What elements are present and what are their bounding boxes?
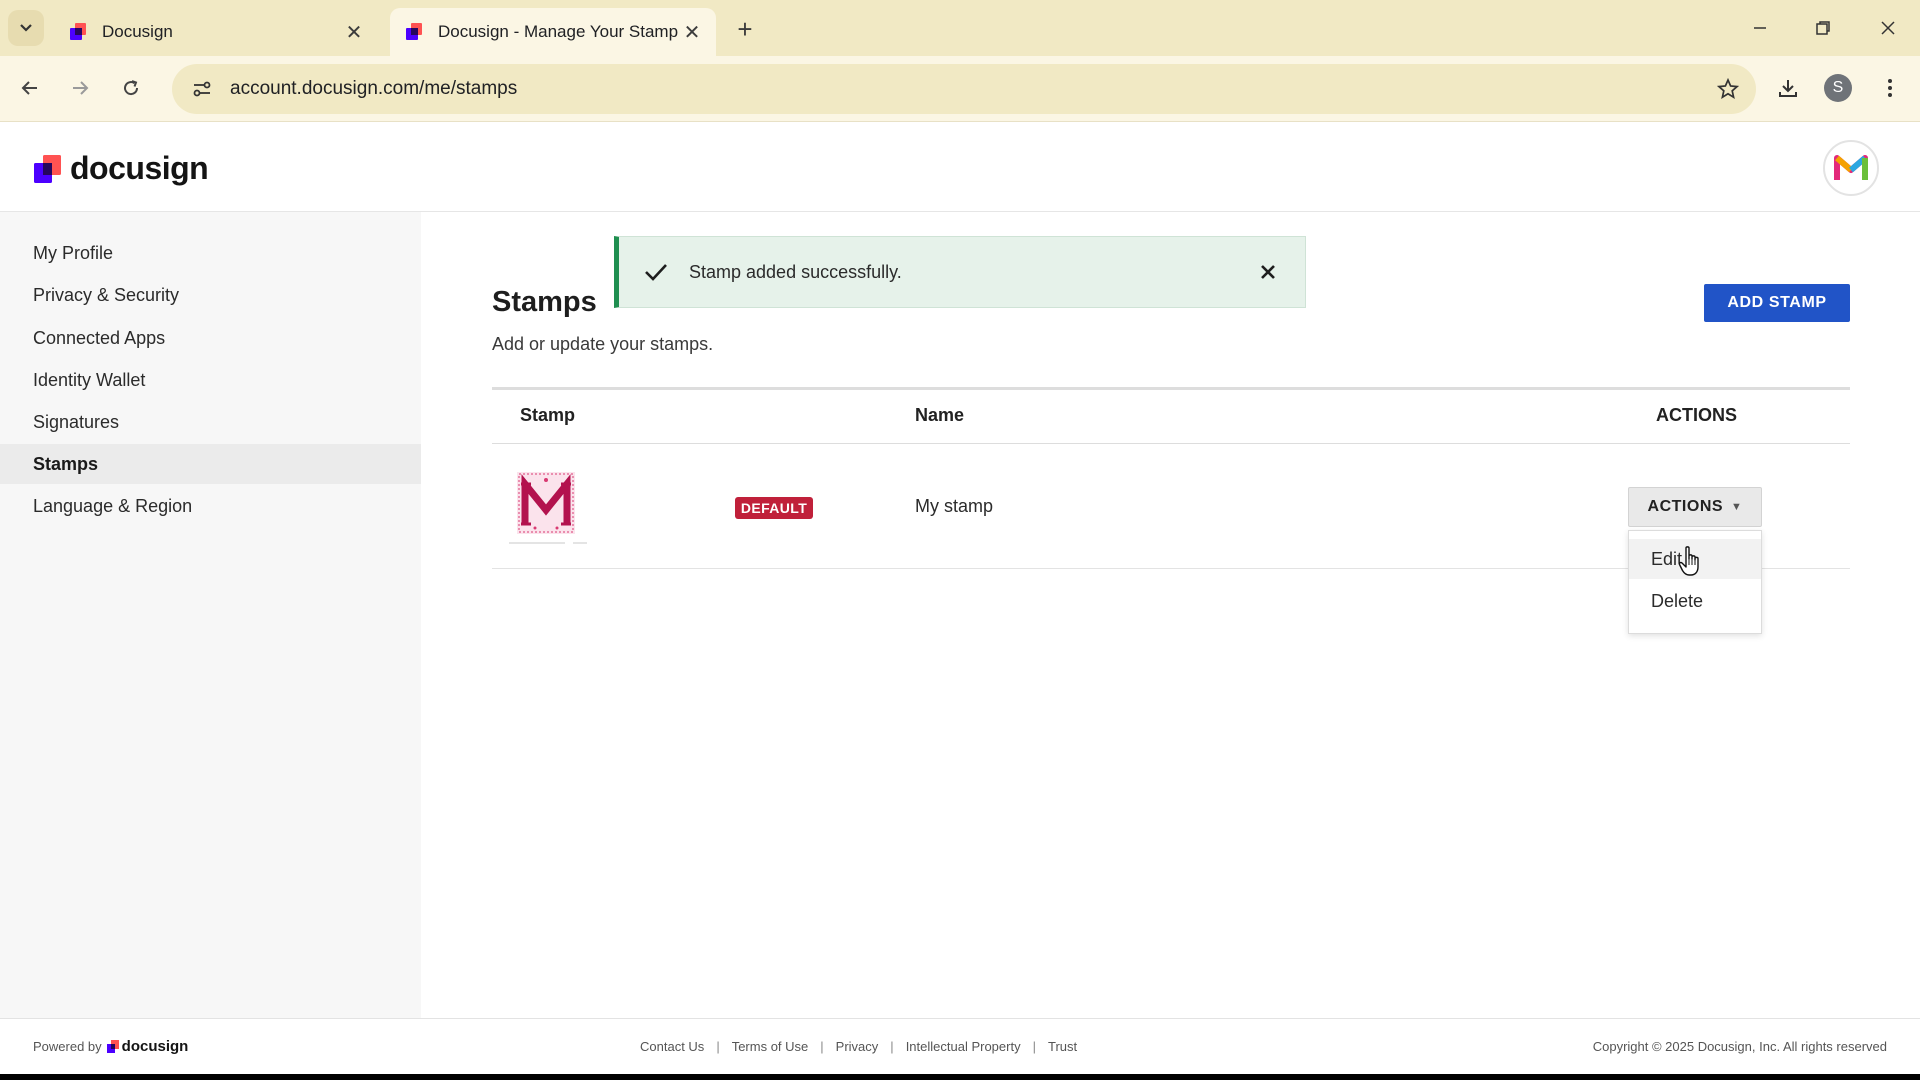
copyright: Copyright © 2025 Docusign, Inc. All righ… bbox=[1592, 1039, 1887, 1054]
close-icon[interactable]: ✕ bbox=[680, 20, 704, 44]
sidebar-item-signatures[interactable]: Signatures bbox=[0, 402, 421, 442]
back-arrow-icon[interactable] bbox=[12, 70, 48, 106]
chevron-down-icon bbox=[20, 24, 32, 32]
caret-down-icon: ▼ bbox=[1731, 501, 1743, 513]
browser-tab-bar: Docusign ✕ Docusign - Manage Your Stamp … bbox=[0, 0, 1920, 56]
stamp-name: My stamp bbox=[915, 496, 994, 516]
sidebar-item-label: Connected Apps bbox=[33, 327, 166, 348]
sidebar-item-label: Stamps bbox=[33, 453, 99, 474]
close-window-icon[interactable] bbox=[1868, 10, 1908, 46]
footer-link-contact-us[interactable]: Contact Us bbox=[640, 1039, 704, 1054]
more-vertical-icon[interactable] bbox=[1872, 70, 1908, 106]
sidebar-item-label: My Profile bbox=[33, 242, 114, 263]
sidebar-item-label: Language & Region bbox=[33, 495, 193, 516]
footer-link-privacy[interactable]: Privacy bbox=[836, 1039, 879, 1054]
footer-brand: docusign bbox=[121, 1038, 189, 1055]
screen-bottom-edge bbox=[0, 1074, 1920, 1080]
browser-tab-manage-stamps[interactable]: Docusign - Manage Your Stamp ✕ bbox=[390, 8, 716, 56]
sidebar-item-identity-wallet[interactable]: Identity Wallet bbox=[0, 360, 421, 400]
forward-arrow-icon[interactable] bbox=[62, 70, 98, 106]
minimize-window-icon[interactable] bbox=[1740, 10, 1780, 46]
footer-link-terms-of-use[interactable]: Terms of Use bbox=[732, 1039, 809, 1054]
footer-link-intellectual-property[interactable]: Intellectual Property bbox=[906, 1039, 1021, 1054]
stamp-image bbox=[509, 472, 587, 544]
docusign-favicon-icon bbox=[406, 23, 422, 40]
close-icon[interactable] bbox=[1253, 257, 1283, 287]
profile-avatar: S bbox=[1824, 74, 1852, 102]
page-subtitle: Add or update your stamps. bbox=[492, 334, 714, 354]
docusign-logo-icon bbox=[106, 1040, 119, 1053]
footer-link-trust[interactable]: Trust bbox=[1048, 1039, 1077, 1054]
separator: | bbox=[1032, 1039, 1036, 1054]
menu-item-delete[interactable]: Delete bbox=[1629, 581, 1761, 621]
docusign-logo[interactable]: docusign bbox=[34, 150, 209, 187]
sidebar-item-privacy-security[interactable]: Privacy & Security bbox=[0, 275, 421, 315]
table-divider bbox=[492, 387, 1850, 390]
actions-label: ACTIONS bbox=[1647, 498, 1724, 515]
sidebar-item-label: Privacy & Security bbox=[33, 284, 180, 305]
separator: | bbox=[890, 1039, 894, 1054]
restore-window-icon[interactable] bbox=[1803, 10, 1843, 46]
separator: | bbox=[820, 1039, 824, 1054]
default-badge: DEFAULT bbox=[735, 497, 813, 519]
actions-dropdown-button[interactable]: ACTIONS ▼ bbox=[1628, 487, 1762, 527]
url-text: account.docusign.com/me/stamps bbox=[230, 78, 518, 99]
checkmark-icon bbox=[641, 257, 671, 287]
sidebar-nav: My Profile Privacy & Security Connected … bbox=[0, 212, 421, 1018]
column-header-name: Name bbox=[915, 405, 965, 425]
browser-tab-docusign[interactable]: Docusign ✕ bbox=[54, 8, 378, 56]
tab-title: Docusign bbox=[102, 22, 173, 41]
sidebar-item-connected-apps[interactable]: Connected Apps bbox=[0, 318, 421, 358]
add-stamp-button[interactable]: ADD STAMP bbox=[1704, 284, 1850, 322]
sidebar-item-my-profile[interactable]: My Profile bbox=[0, 233, 421, 273]
menu-item-label: Delete bbox=[1651, 590, 1704, 611]
sidebar-item-stamps[interactable]: Stamps bbox=[0, 444, 421, 484]
separator: | bbox=[716, 1039, 720, 1054]
user-avatar-logo-icon bbox=[1834, 155, 1868, 180]
powered-by: Powered by docusign bbox=[33, 1038, 188, 1055]
reload-icon[interactable] bbox=[113, 70, 149, 106]
table-divider bbox=[492, 443, 1850, 444]
site-settings-icon[interactable] bbox=[182, 69, 222, 109]
address-bar[interactable]: account.docusign.com/me/stamps bbox=[172, 64, 1756, 114]
app-header: docusign bbox=[0, 122, 1920, 212]
toast-message: Stamp added successfully. bbox=[689, 261, 902, 282]
success-toast: Stamp added successfully. bbox=[614, 236, 1306, 308]
hand-cursor-icon bbox=[1678, 546, 1699, 576]
docusign-favicon-icon bbox=[70, 23, 86, 40]
sidebar-item-language-region[interactable]: Language & Region bbox=[0, 486, 421, 526]
docusign-logo-icon bbox=[34, 154, 61, 183]
download-icon[interactable] bbox=[1770, 70, 1806, 106]
page-footer: Powered by docusign Contact Us | Terms o… bbox=[0, 1018, 1920, 1074]
new-tab-button[interactable]: + bbox=[730, 14, 760, 44]
column-header-actions: ACTIONS bbox=[1656, 405, 1737, 425]
page-title: Stamps bbox=[492, 286, 597, 318]
powered-by-label: Powered by bbox=[33, 1039, 102, 1054]
user-avatar[interactable] bbox=[1823, 140, 1879, 196]
tab-search-button[interactable] bbox=[8, 10, 44, 46]
close-icon[interactable]: ✕ bbox=[342, 20, 366, 44]
sidebar-item-label: Signatures bbox=[33, 411, 120, 432]
browser-profile-button[interactable]: S bbox=[1820, 70, 1856, 106]
browser-toolbar: account.docusign.com/me/stamps S bbox=[0, 56, 1920, 122]
column-header-stamp: Stamp bbox=[520, 405, 576, 425]
brand-name: docusign bbox=[70, 150, 209, 186]
footer-links: Contact Us | Terms of Use | Privacy | In… bbox=[640, 1039, 1077, 1054]
sidebar-item-label: Identity Wallet bbox=[33, 369, 146, 390]
tab-title: Docusign - Manage Your Stamp bbox=[438, 22, 679, 41]
bookmark-star-icon[interactable] bbox=[1710, 71, 1746, 107]
